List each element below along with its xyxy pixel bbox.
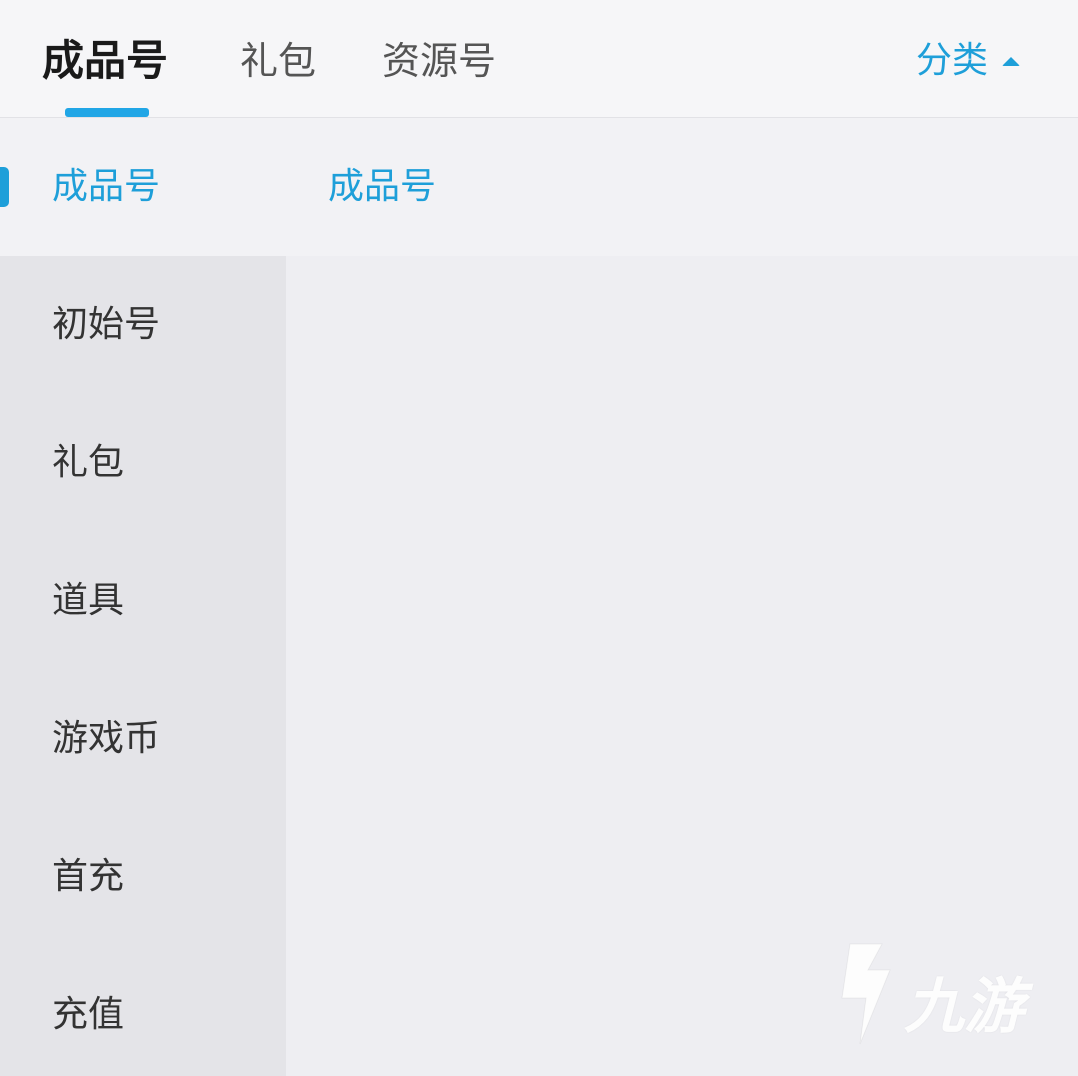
sidebar-item-label: 礼包 bbox=[52, 442, 125, 483]
sidebar-item-label: 首充 bbox=[52, 856, 125, 897]
category-page: 成品号 礼包 资源号 分类 成品号 初始号 礼包 道具 游戏币 首充 充值 成品… bbox=[0, 0, 1078, 1076]
category-sidebar: 成品号 初始号 礼包 道具 游戏币 首充 充值 bbox=[0, 118, 286, 1076]
sidebar-item-gift-pack[interactable]: 礼包 bbox=[0, 394, 286, 532]
sidebar-item-label: 成品号 bbox=[52, 166, 161, 207]
jiuyou-logo-icon bbox=[841, 943, 891, 1045]
category-toggle-button[interactable]: 分类 bbox=[916, 36, 1020, 86]
sidebar-item-label: 道具 bbox=[52, 580, 125, 621]
watermark-text: 九游 bbox=[904, 972, 1024, 1042]
content-title: 成品号 bbox=[328, 166, 437, 207]
tab-gift-pack[interactable]: 礼包 bbox=[240, 36, 316, 86]
category-toggle-label: 分类 bbox=[915, 40, 988, 81]
sidebar-item-first-recharge[interactable]: 首充 bbox=[0, 808, 286, 946]
content-header[interactable]: 成品号 bbox=[286, 118, 1078, 256]
tab-resource-account[interactable]: 资源号 bbox=[382, 36, 496, 86]
caret-up-icon bbox=[1002, 56, 1020, 66]
category-content-pane: 成品号 bbox=[286, 118, 1078, 1076]
sidebar-item-label: 初始号 bbox=[52, 304, 161, 345]
top-tab-bar: 成品号 礼包 资源号 分类 bbox=[0, 0, 1078, 118]
sidebar-item-game-coins[interactable]: 游戏币 bbox=[0, 670, 286, 808]
watermark: 九游 bbox=[820, 940, 1050, 1050]
sidebar-item-recharge[interactable]: 充值 bbox=[0, 946, 286, 1076]
active-tab-underline bbox=[65, 108, 149, 117]
sidebar-item-finished-account[interactable]: 成品号 bbox=[0, 118, 286, 256]
sidebar-item-initial-account[interactable]: 初始号 bbox=[0, 256, 286, 394]
tab-finished-account[interactable]: 成品号 bbox=[42, 36, 168, 86]
sidebar-item-props[interactable]: 道具 bbox=[0, 532, 286, 670]
active-item-indicator bbox=[0, 167, 9, 207]
sidebar-item-label: 充值 bbox=[52, 994, 125, 1035]
sidebar-item-label: 游戏币 bbox=[52, 718, 161, 759]
